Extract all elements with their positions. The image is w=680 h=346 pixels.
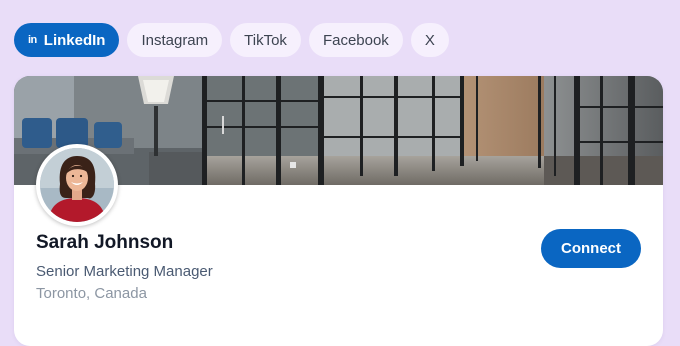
tab-instagram[interactable]: Instagram: [127, 23, 223, 57]
tab-x[interactable]: X: [410, 23, 449, 57]
connect-button[interactable]: Connect: [541, 229, 641, 268]
tab-label: TikTok: [244, 31, 287, 49]
avatar: [36, 144, 118, 226]
profile-name: Sarah Johnson: [36, 232, 174, 253]
profile-title: Senior Marketing Manager: [36, 263, 213, 280]
tab-label: Instagram: [141, 31, 209, 49]
linkedin-icon: in: [28, 34, 37, 46]
profile-location: Toronto, Canada: [36, 285, 147, 302]
tab-label: LinkedIn: [43, 31, 106, 49]
tab-label: X: [424, 31, 435, 49]
tab-tiktok[interactable]: TikTok: [230, 23, 301, 57]
tab-label: Facebook: [322, 31, 389, 49]
social-network-tabs: in LinkedIn Instagram TikTok Facebook X: [14, 23, 449, 57]
tab-linkedin[interactable]: in LinkedIn: [14, 23, 120, 57]
profile-photo: [40, 148, 114, 222]
tab-facebook[interactable]: Facebook: [308, 23, 403, 57]
profile-card: Sarah Johnson Senior Marketing Manager T…: [14, 76, 663, 346]
